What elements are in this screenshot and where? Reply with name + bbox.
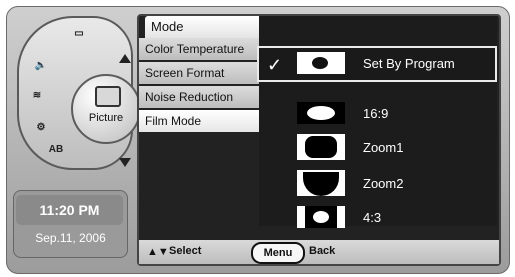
- screen-format-options: ✓ Set By Program 16:9 Zoom1 Zoom2 4:3: [257, 16, 497, 228]
- clock: 11:20 PM Sep.11, 2006: [13, 190, 128, 258]
- zoom2-icon: [297, 170, 345, 196]
- menu-item-film-mode[interactable]: Film Mode: [139, 110, 259, 134]
- option-label: Set By Program: [363, 56, 455, 71]
- option-zoom2[interactable]: Zoom2: [259, 168, 495, 200]
- option-set-by-program[interactable]: ✓ Set By Program: [257, 46, 497, 82]
- tv-icon[interactable]: ▭: [67, 24, 91, 42]
- picture-button[interactable]: Picture: [71, 74, 141, 144]
- option-label: Zoom2: [363, 176, 404, 191]
- select-hint: Select: [169, 245, 202, 257]
- picture-icon: [95, 86, 121, 107]
- menu-item-noise-reduction[interactable]: Noise Reduction: [139, 86, 259, 110]
- ratio-4-3-icon: [297, 206, 345, 228]
- menu-panel: Mode Color Temperature Screen Format Noi…: [137, 14, 501, 266]
- option-label: Zoom1: [363, 140, 404, 155]
- option-label: 16:9: [363, 106, 389, 121]
- date-display: Sep.11, 2006: [35, 231, 106, 245]
- tools-icon[interactable]: ⚙: [29, 118, 53, 136]
- up-down-arrows-icon: ▲▼: [147, 246, 169, 258]
- check-icon: ✓: [267, 55, 283, 75]
- menu-item-screen-format[interactable]: Screen Format: [139, 62, 259, 86]
- set-by-program-icon: [297, 52, 345, 74]
- screen: ▭ 🔈 ≋ ⚙ AB Picture 11:20 PM Sep.11, 2006…: [0, 0, 515, 277]
- menu-item-mode[interactable]: Mode: [145, 16, 259, 38]
- zoom1-icon: [297, 134, 345, 160]
- option-label: 4:3: [363, 210, 382, 225]
- antenna-icon[interactable]: ≋: [25, 86, 49, 104]
- option-16-9[interactable]: 16:9: [259, 98, 495, 130]
- option-zoom1[interactable]: Zoom1: [259, 132, 495, 164]
- ratio-16-9-icon: [297, 102, 345, 124]
- menu-list: Color Temperature Screen Format Noise Re…: [139, 38, 259, 134]
- option-4-3[interactable]: 4:3: [259, 202, 495, 234]
- back-hint: Back: [309, 245, 336, 257]
- speaker-icon[interactable]: 🔈: [29, 56, 53, 74]
- dial-up-arrow-icon[interactable]: [119, 54, 131, 63]
- ab-label[interactable]: AB: [41, 140, 71, 158]
- time-display: 11:20 PM: [16, 195, 123, 225]
- mode-dial: ▭ 🔈 ≋ ⚙ AB Picture: [17, 16, 141, 170]
- menu-item-color-temperature[interactable]: Color Temperature: [139, 38, 259, 62]
- menu-footer: ▲▼ Select Menu Back: [139, 240, 499, 264]
- menu-button[interactable]: Menu: [251, 242, 305, 264]
- picture-label: Picture: [88, 112, 124, 124]
- dial-down-arrow-icon[interactable]: [119, 158, 131, 167]
